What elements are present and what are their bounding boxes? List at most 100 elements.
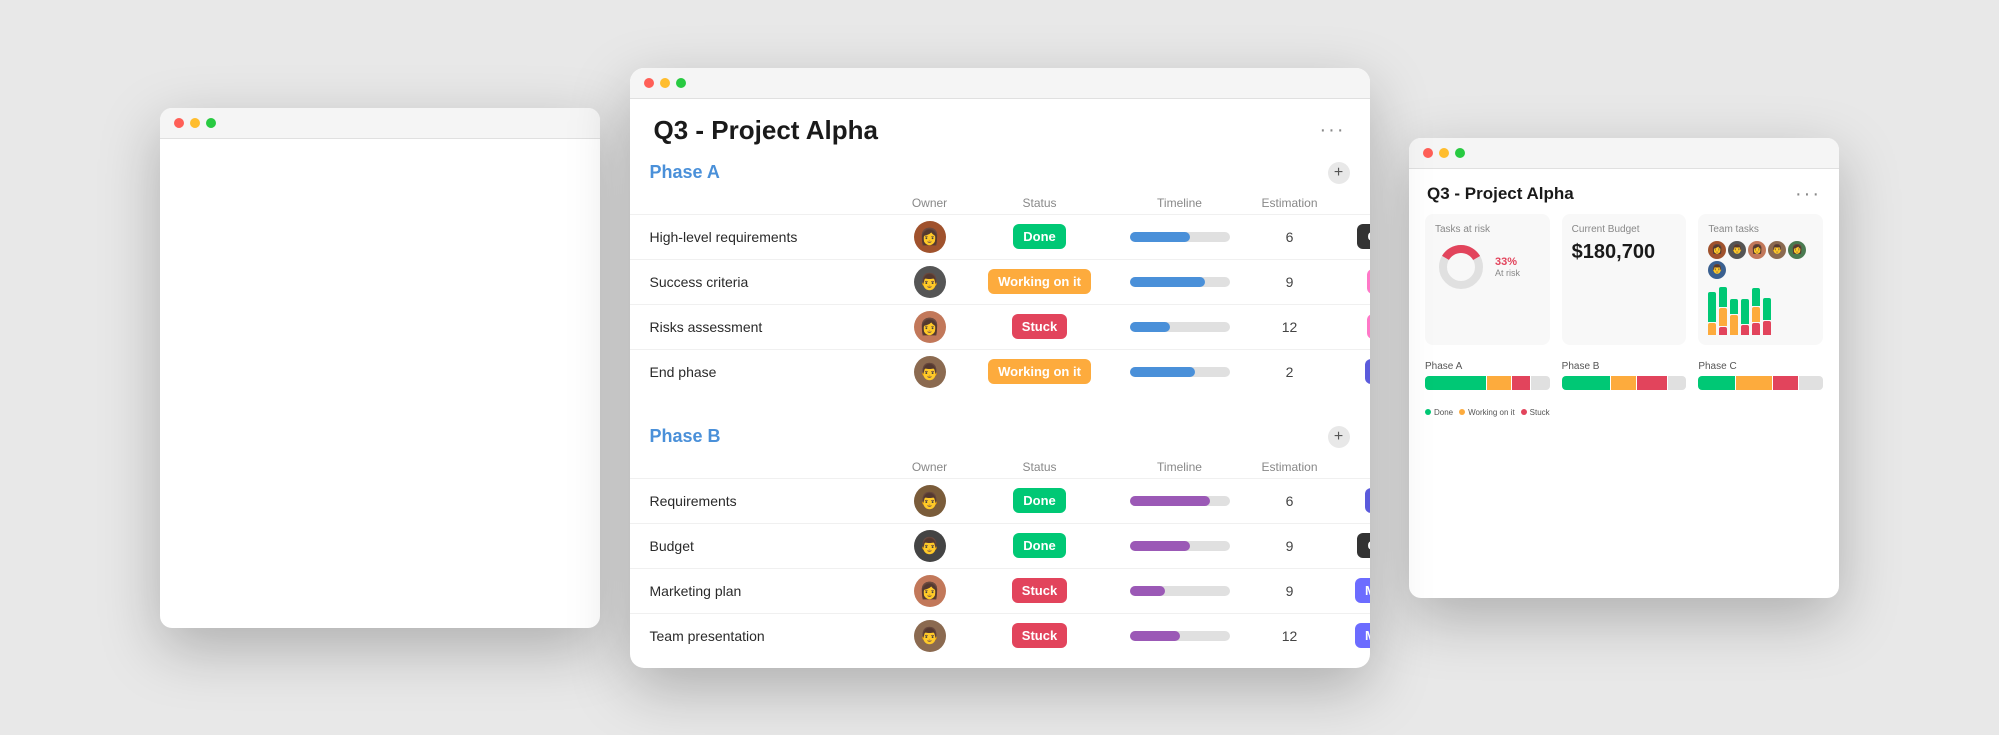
phase-a-bar: Phase A [1425,361,1550,390]
avatar: 👩 [914,221,946,253]
estimation-val: 9 [1250,274,1330,290]
col-timeline: Timeline [1110,196,1250,210]
timeline-fill [1130,367,1195,377]
task-name: Team presentation [650,628,890,644]
dot-green [206,118,216,128]
task-name: High-level requirements [650,229,890,245]
status-badge: Done [1013,533,1066,558]
task-name: Requirements [650,493,890,509]
estimation-val: 9 [1250,583,1330,599]
right-more-button[interactable]: ··· [1795,183,1821,206]
phase-b-bar: Phase B [1562,361,1687,390]
mini-avatar: 👩 [1788,241,1806,259]
budget-card: Current Budget $180,700 [1562,214,1687,345]
main-titlebar [630,68,1370,99]
mini-avatar: 👨 [1708,261,1726,279]
priority-badge: Medium [1355,623,1370,648]
priority-badge: Low [1367,269,1370,294]
phase-bar-section: Phase A Phase B Ph [1409,353,1839,425]
task-name: Budget [650,538,890,554]
status-badge: Working on it [988,269,1091,294]
phase-b-add-button[interactable]: + [1328,426,1350,448]
avatar: 👨 [914,356,946,388]
phase-a-bar-label: Phase A [1425,361,1550,372]
budget-title: Current Budget [1572,224,1677,235]
at-risk-pct: 33% [1495,256,1520,268]
task-name: Marketing plan [650,583,890,599]
table-row: High-level requirements 👩 Done 6 Critica… [630,214,1370,259]
task-name: Success criteria [650,274,890,290]
col-status: Status [970,196,1110,210]
chart-legend: Done Working on it Stuck [1425,408,1823,417]
status-badge: Done [1013,224,1066,249]
avatar: 👨 [914,266,946,298]
status-badge: Stuck [1012,314,1067,339]
dot-yellow [190,118,200,128]
phase-b-header: Phase B + [630,410,1370,456]
avatar: 👨 [914,485,946,517]
dot-red [644,78,654,88]
dot-green [1455,148,1465,158]
col-priority: Priority [1330,196,1370,210]
phase-a-add-button[interactable]: + [1328,162,1350,184]
dot-red [1423,148,1433,158]
team-tasks-chart [1708,285,1813,335]
timeline-fill [1130,232,1190,242]
team-tasks-title: Team tasks [1708,224,1813,235]
timeline-track [1130,586,1230,596]
timeline-track [1130,322,1230,332]
left-titlebar [160,108,600,139]
right-titlebar [1409,138,1839,169]
phase-a-title: Phase A [650,162,720,183]
task-name: Risks assessment [650,319,890,335]
priority-badge: Critical [1357,533,1369,558]
mini-avatar: 👩 [1708,241,1726,259]
mini-avatar: 👨 [1768,241,1786,259]
main-window: Q3 - Project Alpha ··· Phase A + Owner S… [630,68,1370,668]
timeline-track [1130,277,1230,287]
status-badge: Stuck [1012,623,1067,648]
right-window-title: Q3 - Project Alpha [1427,184,1574,204]
team-tasks-card: Team tasks 👩 👨 👩 👨 👩 👨 [1698,214,1823,345]
phase-c-bar: Phase C [1698,361,1823,390]
col-owner: Owner [890,196,970,210]
status-badge: Stuck [1012,578,1067,603]
col-priority-b: Priority [1330,460,1370,474]
tasks-at-risk-card: Tasks at risk 33% At risk [1425,214,1550,345]
dot-yellow [1439,148,1449,158]
tasks-at-risk-title: Tasks at risk [1435,224,1540,235]
avatar: 👨 [914,620,946,652]
main-more-button[interactable]: ··· [1320,119,1346,142]
timeline-track [1130,541,1230,551]
estimation-val: 12 [1250,628,1330,644]
timeline-fill [1130,322,1170,332]
task-name: End phase [650,364,890,380]
estimation-val: 2 [1250,364,1330,380]
legend-stuck: Stuck [1530,408,1550,417]
dot-green [676,78,686,88]
priority-badge: Low [1367,314,1370,339]
priority-badge: Critical [1357,224,1369,249]
right-window: Q3 - Project Alpha ··· Tasks at risk 33%… [1409,138,1839,598]
dashboard-grid: Tasks at risk 33% At risk Current Budget… [1409,206,1839,353]
at-risk-label: At risk [1495,268,1520,278]
col-owner-b: Owner [890,460,970,474]
priority-badge: High [1365,359,1369,384]
avatar: 👩 [914,575,946,607]
legend-working: Working on it [1468,408,1515,417]
table-row: Budget 👨 Done 9 Critical [630,523,1370,568]
status-badge: Working on it [988,359,1091,384]
phase-c-bar-label: Phase C [1698,361,1823,372]
timeline-fill [1130,541,1190,551]
avatar: 👩 [914,311,946,343]
priority-badge: Medium [1355,578,1370,603]
col-status-b: Status [970,460,1110,474]
phase-a-header: Phase A + [630,146,1370,192]
donut-chart [1435,241,1487,293]
phase-a-table-header: Owner Status Timeline Estimation Priorit… [630,192,1370,214]
avatars-row: 👩 👨 👩 👨 👩 👨 [1708,241,1813,279]
left-window: Q3 - Project Alpha ··· Phase A High- [160,108,600,628]
timeline-track [1130,232,1230,242]
dot-red [174,118,184,128]
budget-value: $180,700 [1572,241,1677,264]
